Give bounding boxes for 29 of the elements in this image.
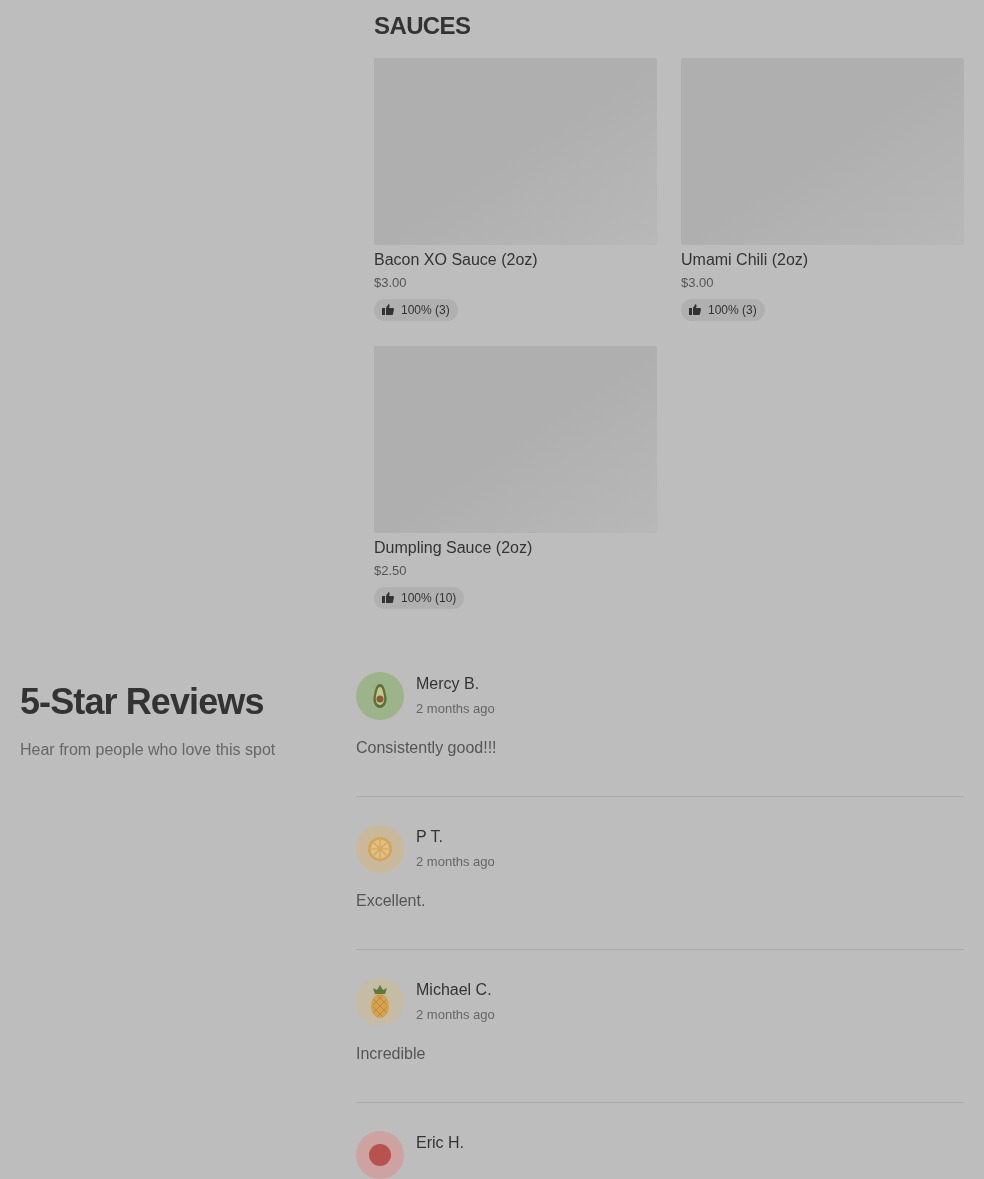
review-time: 2 months ago xyxy=(416,1006,495,1024)
review-time: 2 months ago xyxy=(416,853,495,871)
item-name: Dumpling Sauce (2oz) xyxy=(374,538,534,558)
rating-text: 100% (10) xyxy=(401,589,457,607)
reviewer-name: Eric H. xyxy=(416,1133,464,1153)
reviewer-name: Michael C. xyxy=(416,980,493,1000)
item-name: Bacon XO Sauce (2oz) xyxy=(374,250,539,270)
thumbs-up-icon xyxy=(689,304,701,315)
fruit-icon xyxy=(368,1143,392,1167)
avocado-icon xyxy=(372,683,388,709)
review-text: Excellent. xyxy=(356,891,427,911)
review-time: 2 months ago xyxy=(416,700,495,718)
thumbs-up-icon xyxy=(382,592,394,603)
item-price: $3.00 xyxy=(681,274,715,292)
rating-text: 100% (3) xyxy=(708,301,757,319)
pineapple-icon xyxy=(370,985,390,1019)
reviews-heading: 5-Star Reviews xyxy=(20,680,265,724)
reviews-subtitle: Hear from people who love this spot xyxy=(20,740,277,760)
reviewer-name: Mercy B. xyxy=(416,674,481,694)
review-text: Incredible xyxy=(356,1044,427,1064)
item-name: Umami Chili (2oz) xyxy=(681,250,810,270)
review-text: Consistently good!!! xyxy=(356,738,498,758)
citrus-slice-icon xyxy=(367,836,393,862)
item-price: $3.00 xyxy=(374,274,408,292)
section-title: SAUCES xyxy=(374,11,472,41)
rating-text: 100% (3) xyxy=(401,301,450,319)
item-price: $2.50 xyxy=(374,562,408,580)
reviewer-name: P T. xyxy=(416,827,444,847)
thumbs-up-icon xyxy=(382,304,394,315)
